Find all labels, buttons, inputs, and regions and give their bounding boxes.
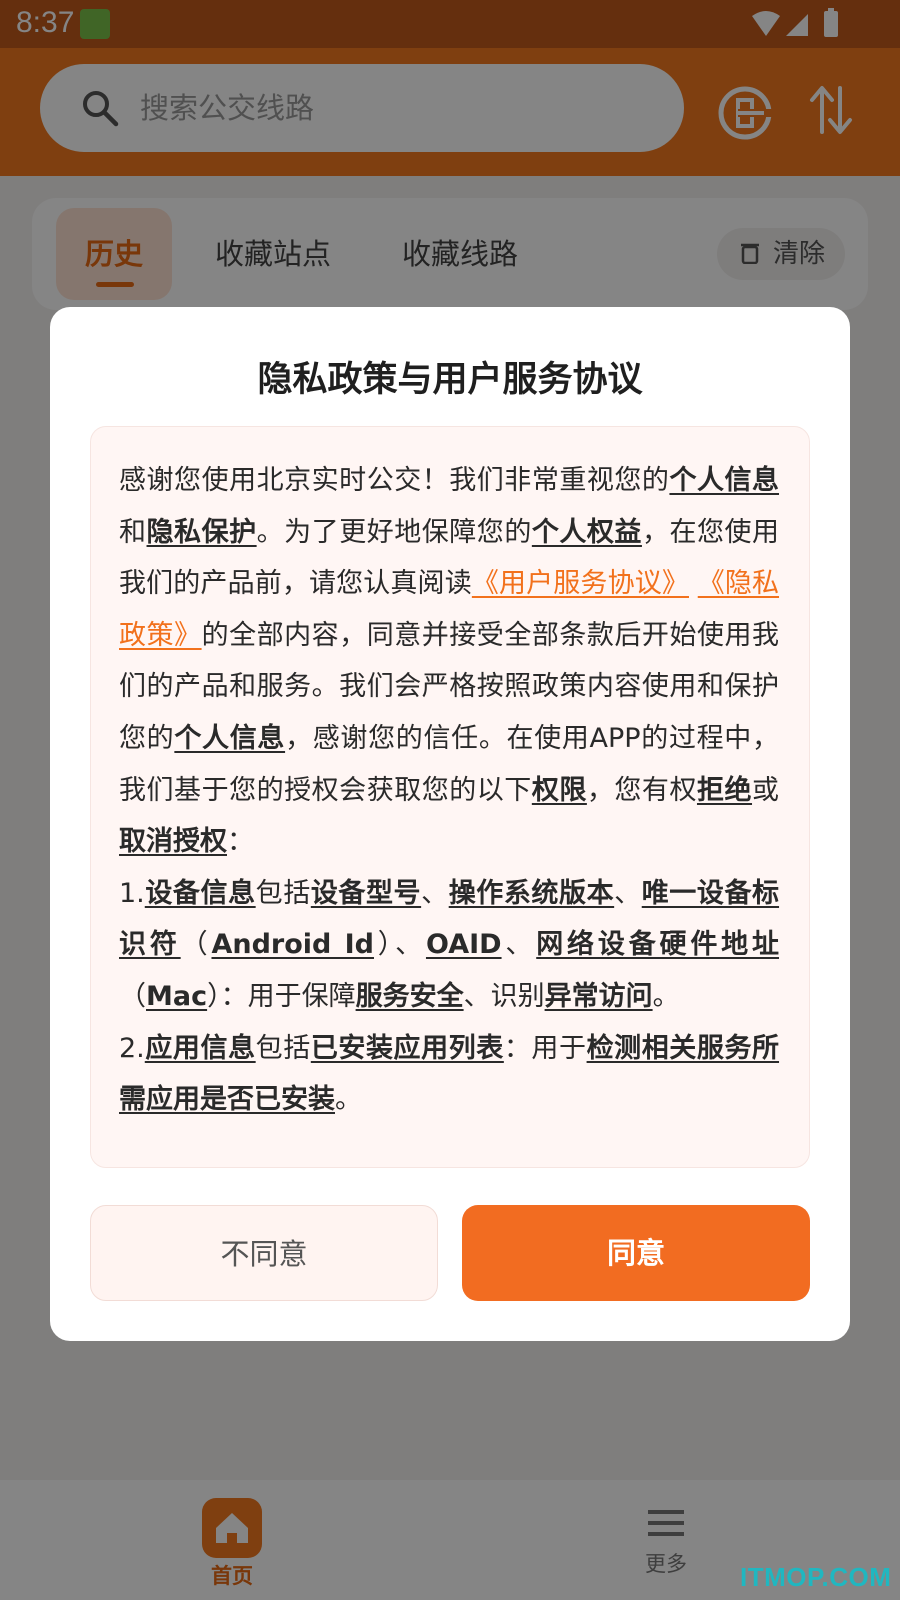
emphasis-text: 网络设备硬件地址 xyxy=(536,929,780,961)
emphasis-text: 设备型号 xyxy=(310,877,422,909)
emphasis-text: 个人信息 xyxy=(669,465,780,496)
agree-button[interactable]: 同意 xyxy=(462,1205,810,1301)
emphasis-text: OAID xyxy=(425,929,502,961)
emphasis-text: 隐私保护 xyxy=(146,516,257,548)
body-text: 、识别 xyxy=(463,980,545,1012)
body-text: 。 xyxy=(335,1084,362,1116)
body-text: 、 xyxy=(501,929,537,961)
emphasis-text: 操作系统版本 xyxy=(448,877,615,909)
emphasis-text: Mac xyxy=(146,980,208,1012)
body-text: ：用于 xyxy=(503,1032,587,1064)
emphasis-text: 个人权益 xyxy=(531,516,642,548)
emphasis-text: Android Id xyxy=(211,929,374,961)
body-text: ： xyxy=(227,826,254,858)
emphasis-text: 应用信息 xyxy=(144,1032,256,1064)
body-text: ，您有权 xyxy=(586,774,697,806)
agreement-text: 感谢您使用北京实时公交！我们非常重视您的个人信息和隐私保护。为了更好地保障您的个… xyxy=(119,455,779,1126)
body-text: 感谢您使用北京实时公交！我们非常重视您的 xyxy=(119,465,670,496)
body-text: 2. xyxy=(119,1032,145,1064)
disagree-button[interactable]: 不同意 xyxy=(90,1205,438,1301)
agreement-link[interactable]: 《用户服务协议》 xyxy=(472,568,689,599)
body-text: 包括 xyxy=(255,877,311,909)
body-text: （ xyxy=(180,929,212,961)
body-text: 、 xyxy=(614,877,642,909)
body-text: 1. xyxy=(119,877,145,909)
body-text: ）：用于保障 xyxy=(207,980,356,1012)
emphasis-text: 取消授权 xyxy=(119,826,227,858)
emphasis-text: 已安装应用列表 xyxy=(310,1032,504,1064)
agreement-content-box: 感谢您使用北京实时公交！我们非常重视您的个人信息和隐私保护。为了更好地保障您的个… xyxy=(90,426,810,1168)
emphasis-text: 异常访问 xyxy=(544,980,653,1012)
emphasis-text: 权限 xyxy=(531,774,587,806)
body-text: 。 xyxy=(652,980,680,1012)
body-text: （ xyxy=(119,980,146,1012)
emphasis-text: 拒绝 xyxy=(696,774,753,806)
body-text: ）、 xyxy=(373,929,426,961)
privacy-dialog: 隐私政策与用户服务协议 感谢您使用北京实时公交！我们非常重视您的个人信息和隐私保… xyxy=(50,307,850,1341)
emphasis-text: 个人信息 xyxy=(174,722,286,754)
emphasis-text: 服务安全 xyxy=(355,980,464,1012)
body-text: 包括 xyxy=(255,1032,311,1064)
body-text xyxy=(689,568,698,599)
watermark: ITMOP.COM xyxy=(740,1562,892,1592)
dialog-title: 隐私政策与用户服务协议 xyxy=(257,360,643,400)
body-text: 或 xyxy=(752,774,780,806)
emphasis-text: 设备信息 xyxy=(144,877,256,909)
body-text: 和 xyxy=(119,516,147,548)
body-text: 、 xyxy=(421,877,449,909)
body-text: 。为了更好地保障您的 xyxy=(256,516,532,548)
